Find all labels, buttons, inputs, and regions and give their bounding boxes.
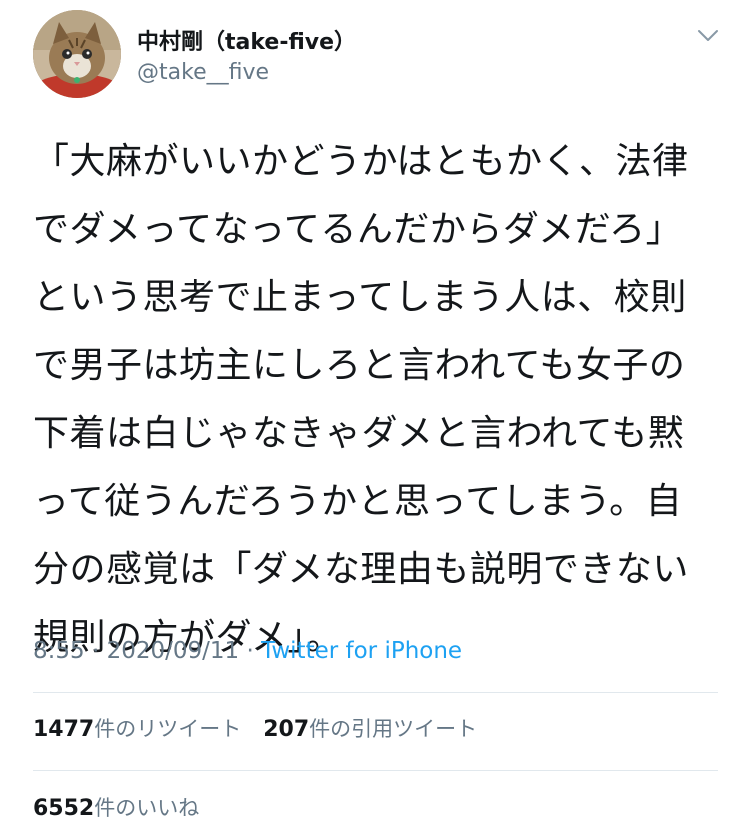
likes-label: 件のいいね xyxy=(94,796,200,820)
meta-separator: · xyxy=(84,638,107,664)
quotes-count: 207 xyxy=(263,717,310,742)
retweet-stats-row: 1477件のリツイート 207件の引用ツイート xyxy=(33,713,477,743)
retweets-label: 件のリツイート xyxy=(94,717,242,741)
likes-count: 6552 xyxy=(33,796,95,821)
tweet-text-line: 下着は白じゃなきゃダメと言われても黙 xyxy=(33,413,685,454)
chevron-down-icon[interactable] xyxy=(695,22,721,48)
retweets-count: 1477 xyxy=(33,717,95,742)
quotes-label: 件の引用ツイート xyxy=(309,717,478,741)
tweet-text: 「大麻がいいかどうかはともかく、法律 でダメってなってるんだからダメだろ」 とい… xyxy=(33,128,733,672)
likes-stat[interactable]: 6552件のいいね xyxy=(33,792,199,822)
quotes-stat[interactable]: 207件の引用ツイート xyxy=(263,713,477,743)
divider xyxy=(33,692,718,693)
tweet-text-line: 分の感覚は「ダメな理由も説明できない xyxy=(33,549,689,590)
display-name[interactable]: 中村剛（take-five） xyxy=(137,24,356,56)
tweet-header: 中村剛（take-five） @take__five xyxy=(33,10,733,100)
tweet-date[interactable]: 2020/09/11 xyxy=(107,638,240,664)
tweet-meta: 8:55 · 2020/09/11 · Twitter for iPhone xyxy=(33,638,462,664)
tweet-time[interactable]: 8:55 xyxy=(33,638,85,664)
tweet-text-line: という思考で止まってしまう人は、校則 xyxy=(33,277,687,318)
divider xyxy=(33,770,718,771)
user-handle[interactable]: @take__five xyxy=(137,60,269,85)
tweet-source-link[interactable]: Twitter for iPhone xyxy=(261,638,462,664)
likes-stats-row: 6552件のいいね xyxy=(33,792,199,822)
meta-separator: · xyxy=(239,638,262,664)
tweet-text-line: って従うんだろうかと思ってしまう。自 xyxy=(33,481,683,522)
cat-avatar-image xyxy=(33,10,121,98)
avatar[interactable] xyxy=(33,10,121,98)
tweet-text-line: でダメってなってるんだからダメだろ」 xyxy=(33,209,683,250)
tweet-text-line: で男子は坊主にしろと言われても女子の xyxy=(33,345,686,386)
tweet-text-line: 「大麻がいいかどうかはともかく、法律 xyxy=(33,141,689,182)
retweets-stat[interactable]: 1477件のリツイート xyxy=(33,713,241,743)
